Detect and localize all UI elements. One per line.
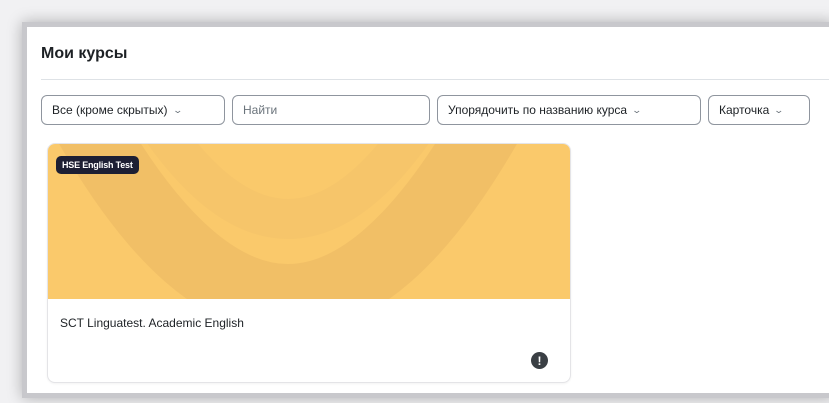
- grouping-dropdown[interactable]: Все (кроме скрытых) ⌄: [41, 95, 225, 125]
- course-name-link[interactable]: SCT Linguatest. Academic English: [60, 316, 244, 330]
- chevron-down-icon: ⌄: [631, 104, 643, 115]
- search-placeholder: Найти: [243, 103, 278, 117]
- sort-label: Упорядочить по названию курса: [448, 103, 628, 117]
- search-input[interactable]: Найти: [232, 95, 430, 125]
- chevron-down-icon: ⌄: [773, 104, 785, 115]
- view-dropdown[interactable]: Карточка ⌄: [708, 95, 810, 125]
- title-divider: [41, 79, 829, 80]
- grouping-label: Все (кроме скрытых): [52, 103, 168, 117]
- course-card[interactable]: HSE English Test SCT Linguatest. Academi…: [47, 143, 571, 383]
- more-options-icon[interactable]: !: [531, 352, 548, 369]
- course-category-badge: HSE English Test: [56, 156, 139, 174]
- chevron-down-icon: ⌄: [172, 104, 183, 115]
- my-courses-panel: Мои курсы Все (кроме скрытых) ⌄ Найти Уп…: [22, 22, 829, 398]
- course-image[interactable]: HSE English Test: [48, 144, 570, 299]
- view-label: Карточка: [719, 103, 770, 117]
- page-title: Мои курсы: [41, 45, 128, 62]
- sort-dropdown[interactable]: Упорядочить по названию курса ⌄: [437, 95, 701, 125]
